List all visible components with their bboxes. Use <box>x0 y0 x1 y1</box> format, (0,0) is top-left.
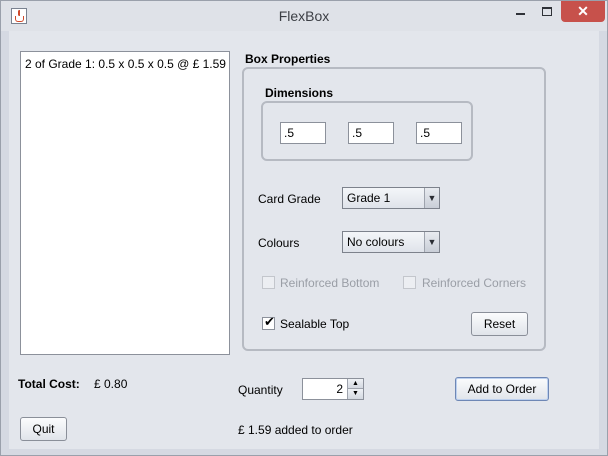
dimensions-title: Dimensions <box>265 86 334 100</box>
total-cost-value: £ 0.80 <box>94 377 128 391</box>
card-grade-value: Grade 1 <box>347 191 391 205</box>
dimension-width-field[interactable]: .5 <box>348 122 394 144</box>
quantity-label: Quantity <box>238 383 283 397</box>
sealable-top-label: Sealable Top <box>280 317 350 331</box>
total-cost-label: Total Cost: <box>18 377 80 391</box>
reinforced-bottom-label: Reinforced Bottom <box>280 276 380 290</box>
reinforced-bottom-checkbox[interactable] <box>262 276 275 289</box>
quit-button[interactable]: Quit <box>20 417 67 441</box>
main-content: 2 of Grade 1: 0.5 x 0.5 x 0.5 @ £ 1.59 B… <box>9 31 599 449</box>
reinforced-corners-checkbox[interactable] <box>403 276 416 289</box>
add-to-order-button[interactable]: Add to Order <box>455 377 549 401</box>
box-properties-title: Box Properties <box>245 52 331 66</box>
chevron-down-icon[interactable]: ▼ <box>424 188 439 208</box>
card-grade-label: Card Grade <box>258 192 321 206</box>
reinforced-corners-label: Reinforced Corners <box>422 276 527 290</box>
minimize-icon[interactable] <box>506 1 534 21</box>
title-bar[interactable]: FlexBox ✕ <box>1 1 607 31</box>
close-icon[interactable]: ✕ <box>561 1 605 22</box>
colours-value: No colours <box>347 235 405 249</box>
colours-label: Colours <box>258 236 300 250</box>
checkmark-icon: ✔ <box>264 314 275 329</box>
sealable-top-checkbox[interactable]: ✔ <box>262 314 275 330</box>
reset-button[interactable]: Reset <box>471 312 528 336</box>
quantity-stepper[interactable]: 2 ▲ ▼ <box>302 378 364 400</box>
increment-icon[interactable]: ▲ <box>347 379 363 389</box>
dimension-height-field[interactable]: .5 <box>416 122 462 144</box>
quantity-value[interactable]: 2 <box>336 382 343 396</box>
colours-select[interactable]: No colours ▼ <box>342 231 440 253</box>
order-list[interactable]: 2 of Grade 1: 0.5 x 0.5 x 0.5 @ £ 1.59 <box>20 51 230 355</box>
flexbox-window: FlexBox ✕ 2 of Grade 1: 0.5 x 0.5 x 0.5 … <box>0 0 608 456</box>
status-message: £ 1.59 added to order <box>238 423 353 437</box>
list-item[interactable]: 2 of Grade 1: 0.5 x 0.5 x 0.5 @ £ 1.59 <box>25 57 226 71</box>
card-grade-select[interactable]: Grade 1 ▼ <box>342 187 440 209</box>
decrement-icon[interactable]: ▼ <box>347 389 363 399</box>
chevron-down-icon[interactable]: ▼ <box>424 232 439 252</box>
dimension-length-field[interactable]: .5 <box>280 122 326 144</box>
maximize-icon[interactable] <box>533 1 561 21</box>
